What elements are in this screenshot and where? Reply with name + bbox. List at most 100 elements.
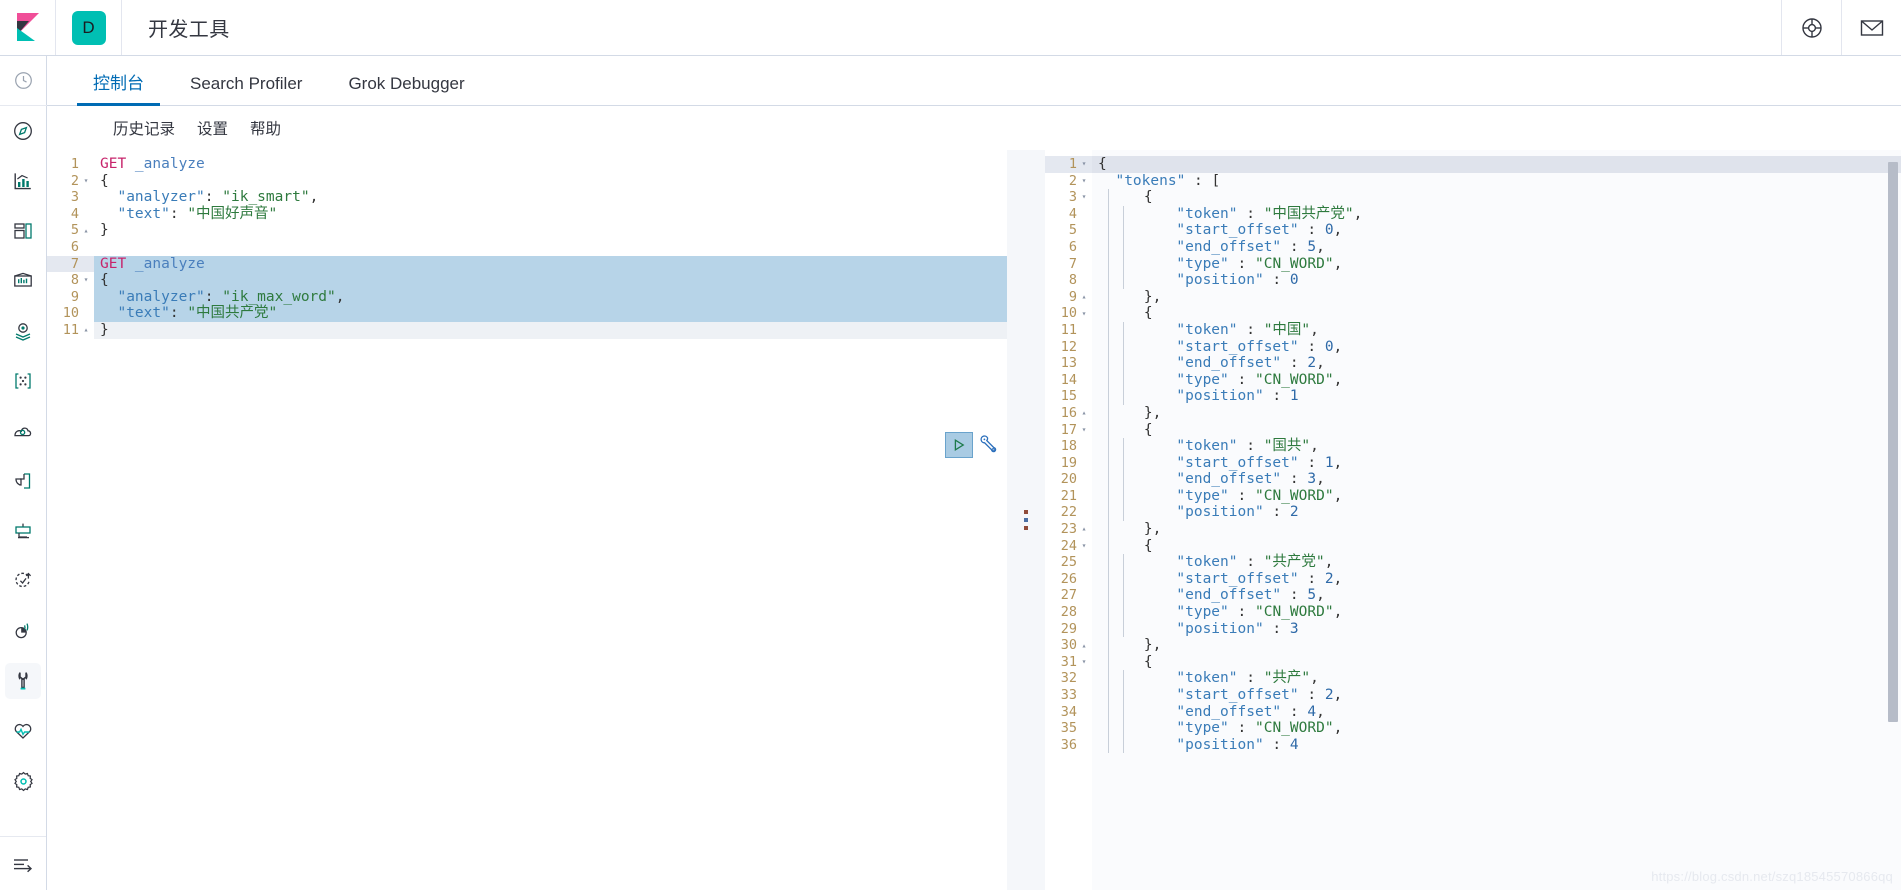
splitter-grip-icon (1024, 510, 1028, 530)
sidebar-item-siem[interactable] (0, 556, 47, 606)
menu-help[interactable]: 帮助 (250, 117, 281, 139)
code-token: : (1263, 620, 1290, 637)
code-token: , (335, 288, 345, 305)
apm-icon (5, 513, 41, 549)
sidebar-item-management[interactable] (0, 756, 47, 806)
code-token: : (204, 189, 223, 206)
code-token: }, (1143, 637, 1162, 654)
sidebar-item-logs[interactable] (0, 456, 47, 506)
open-docs-button[interactable] (979, 435, 999, 455)
code-token: "中国" (1263, 321, 1311, 338)
sidebar-item-canvas[interactable] (0, 256, 47, 306)
fold-toggle-icon[interactable]: ▴ (1080, 409, 1088, 417)
response-scrollbar-thumb[interactable] (1888, 162, 1898, 722)
request-line-numbers: 1 2 ▾ 3 4 5 ▴ 6 7 8 ▾ 9 10 11 ▴ (47, 150, 94, 890)
code-token: , (1333, 487, 1343, 504)
code-line: "start_offset" : 0, (1092, 338, 1901, 356)
sidebar-item-dev-tools[interactable] (0, 656, 47, 706)
code-token: , (309, 189, 319, 206)
code-line: "type" : "CN_WORD", (1092, 487, 1901, 505)
code-line: { (1092, 305, 1901, 322)
fold-toggle-icon[interactable]: ▾ (82, 276, 90, 284)
code-line: "text": "中国好声音" (94, 206, 1007, 223)
response-line-numbers: 1 ▾ 2 ▾ 3 ▾ 4 5 6 7 8 9 ▴ 10 ▾ 11 12 13 14 15 16 ▴ 17 ▾ 18 19 20 21… (1045, 150, 1092, 890)
fold-toggle-icon[interactable]: ▴ (1080, 641, 1088, 650)
fold-toggle-icon[interactable]: ▾ (82, 176, 90, 185)
fold-toggle-icon[interactable]: ▾ (1080, 541, 1088, 550)
code-token: "text" (117, 305, 170, 322)
fold-toggle-icon[interactable]: ▴ (82, 326, 90, 334)
code-token: "start_offset" (1176, 454, 1299, 471)
line-number: 4 (1068, 205, 1077, 222)
request-editor-pane[interactable]: 1 2 ▾ 3 4 5 ▴ 6 7 8 ▾ 9 10 11 ▴ GET _analyze{ "analyze… (47, 150, 1007, 890)
fold-toggle-icon[interactable]: ▴ (82, 226, 90, 235)
tab-console[interactable]: 控制台 (77, 75, 160, 106)
code-token: , (1310, 321, 1319, 338)
code-line: "token" : "中国", (1092, 321, 1901, 339)
code-line: "end_offset" : 2, (1092, 355, 1901, 372)
response-scrollbar[interactable] (1888, 150, 1898, 890)
indent-guide (1108, 570, 1109, 588)
code-line: "tokens" : [ (1092, 173, 1901, 190)
code-token: , (1316, 238, 1325, 255)
sidebar-item-maps[interactable] (0, 306, 47, 356)
mail-button[interactable] (1841, 0, 1901, 55)
sidebar-item-monitoring[interactable] (0, 606, 47, 656)
line-number: 19 (1060, 454, 1077, 471)
code-token: "ik_max_word" (222, 288, 336, 305)
code-line: }, (1092, 521, 1901, 538)
code-token: "analyzer" (117, 288, 205, 305)
kibana-dev-tools-app: D 开发工具 控制台 Search Profiler Grok Debugger… (0, 0, 1901, 890)
fold-toggle-icon[interactable]: ▾ (1080, 193, 1088, 201)
play-request-button[interactable] (945, 432, 973, 458)
code-token: { (1143, 305, 1153, 322)
response-editor-pane[interactable]: 1 ▾ 2 ▾ 3 ▾ 4 5 6 7 8 9 ▴ 10 ▾ 11 12 13 14 15 16 ▴ 17 ▾ 18 19 20 21… (1045, 150, 1901, 890)
request-code-area[interactable]: GET _analyze{ "analyzer": "ik_smart", "t… (94, 150, 1007, 890)
code-token: _analyze (126, 156, 205, 172)
code-token: : (1281, 587, 1308, 604)
request-editor[interactable]: 1 2 ▾ 3 4 5 ▴ 6 7 8 ▾ 9 10 11 ▴ GET _analyze{ "analyze… (47, 150, 1007, 890)
kibana-logo-button[interactable] (0, 0, 56, 55)
code-token: GET (100, 255, 127, 272)
fold-toggle-icon[interactable]: ▾ (1080, 160, 1088, 168)
sidebar-item-apm[interactable] (0, 506, 47, 556)
code-line: "position" : 2 (1092, 504, 1901, 522)
fold-toggle-icon[interactable]: ▾ (1080, 658, 1088, 666)
arrow-right-lines-icon (12, 855, 34, 873)
pane-splitter[interactable] (1007, 150, 1045, 890)
fold-toggle-icon[interactable]: ▾ (1080, 176, 1088, 185)
sidebar-item-visualize[interactable] (0, 156, 47, 206)
line-number: 17 ▾ (1060, 421, 1088, 438)
sidebar-item-infrastructure[interactable] (0, 406, 47, 456)
sidebar-item-recently-viewed[interactable] (0, 56, 47, 106)
sidebar-item-discover[interactable] (0, 106, 47, 156)
fold-toggle-icon[interactable]: ▾ (1080, 425, 1088, 434)
code-line: } (94, 222, 1007, 239)
sidebar-item-collapse-nav[interactable] (0, 836, 46, 890)
menu-settings[interactable]: 设置 (197, 117, 228, 139)
compass-icon (5, 113, 41, 149)
tab-grok-debugger[interactable]: Grok Debugger (332, 75, 480, 105)
code-token: 0 (1324, 222, 1334, 239)
indent-guide (1108, 554, 1109, 571)
siem-icon (5, 563, 41, 599)
code-token: : (1185, 172, 1212, 189)
sidebar-item-machine-learning[interactable] (0, 356, 47, 406)
line-number: 10 (62, 305, 79, 322)
sidebar-item-uptime[interactable] (0, 706, 47, 756)
code-token: : (1298, 338, 1325, 355)
fold-toggle-icon[interactable]: ▴ (1080, 293, 1088, 301)
sidebar-item-dashboard[interactable] (0, 206, 47, 256)
code-token: : (1281, 238, 1308, 255)
fold-toggle-icon[interactable]: ▴ (1080, 525, 1088, 533)
wrench-tool-icon (979, 435, 999, 455)
menu-history[interactable]: 历史记录 (113, 117, 175, 139)
indent-guide (1108, 504, 1109, 522)
app-body: 控制台 Search Profiler Grok Debugger 历史记录 设… (0, 56, 1901, 890)
help-button[interactable] (1781, 0, 1841, 55)
fold-toggle-icon[interactable]: ▾ (1080, 309, 1088, 318)
code-line: "position" : 0 (1092, 272, 1901, 289)
tab-search-profiler[interactable]: Search Profiler (174, 75, 318, 105)
